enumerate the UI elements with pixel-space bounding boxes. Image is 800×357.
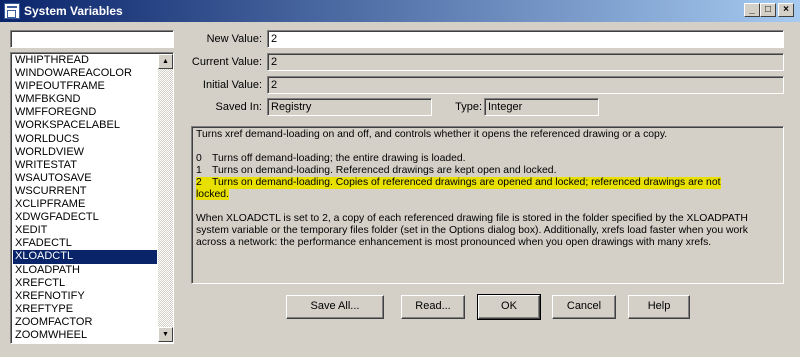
option-row-0: 0 Turns off demand-loading; the entire d… <box>196 153 779 165</box>
option-text-continuation: locked. <box>196 189 229 200</box>
list-item[interactable]: WINDOWAREACOLOR <box>13 67 157 80</box>
list-item[interactable]: XREFNOTIFY <box>13 290 157 303</box>
list-item[interactable]: XLOADPATH <box>13 264 157 277</box>
list-item[interactable]: WIPEOUTFRAME <box>13 80 157 93</box>
option-row-1: 1 Turns on demand-loading. Referenced dr… <box>196 165 779 177</box>
list-item[interactable]: WSAUTOSAVE <box>13 172 157 185</box>
ok-button[interactable]: OK <box>477 294 541 320</box>
option-text-highlighted: Turns on demand-loading. Copies of refer… <box>212 177 721 189</box>
maximize-button[interactable]: □ <box>760 3 776 17</box>
list-item[interactable]: XLOADCTL <box>13 250 157 264</box>
scroll-up-arrow-icon[interactable]: ▲ <box>158 54 173 69</box>
option-number: 1 <box>196 165 202 176</box>
minimize-button[interactable]: _ <box>744 3 760 17</box>
help-button[interactable]: Help <box>628 295 690 319</box>
save-all-label: Save All... <box>310 300 360 312</box>
option-number: 0 <box>196 153 202 164</box>
list-item[interactable]: ZOOMWHEEL <box>13 329 157 342</box>
save-all-button[interactable]: Save All... <box>286 295 384 319</box>
list-scrollbar[interactable]: ▲ ▼ <box>158 54 173 342</box>
window-icon <box>4 3 20 19</box>
option-text: Turns on demand-loading. Referenced draw… <box>212 165 557 176</box>
description-detail: When XLOADCTL is set to 2, a copy of eac… <box>196 213 748 248</box>
list-item[interactable]: XREFTYPE <box>13 303 157 316</box>
list-item[interactable]: XEDIT <box>13 224 157 237</box>
list-item[interactable]: ZOOMFACTOR <box>13 316 157 329</box>
initial-value-field: 2 <box>267 76 784 94</box>
title-bar: System Variables _ □ × <box>0 0 800 22</box>
description-box: Turns xref demand-loading on and off, an… <box>191 126 784 284</box>
list-item[interactable]: XDWGFADECTL <box>13 211 157 224</box>
type-label: Type: <box>455 101 482 113</box>
new-value-label: New Value: <box>206 33 262 45</box>
list-item[interactable]: XFADECTL <box>13 237 157 250</box>
list-item[interactable]: WMFBKGND <box>13 93 157 106</box>
option-text: Turns off demand-loading; the entire dra… <box>212 153 466 164</box>
current-value-field: 2 <box>267 53 784 71</box>
list-item[interactable]: XCLIPFRAME <box>13 198 157 211</box>
list-item[interactable]: WMFFOREGND <box>13 106 157 119</box>
list-item[interactable]: WRITESTAT <box>13 159 157 172</box>
ok-label: OK <box>501 300 517 312</box>
option-number: 2 <box>196 177 212 189</box>
window-title: System Variables <box>24 4 123 18</box>
list-item[interactable]: WSCURRENT <box>13 185 157 198</box>
scroll-down-arrow-icon[interactable]: ▼ <box>158 327 173 342</box>
description-intro: Turns xref demand-loading on and off, an… <box>196 129 668 140</box>
close-button[interactable]: × <box>778 3 794 17</box>
option-row-2: 2 Turns on demand-loading. Copies of ref… <box>196 177 779 189</box>
initial-value-label: Initial Value: <box>202 79 262 91</box>
cancel-button[interactable]: Cancel <box>552 295 616 319</box>
list-item[interactable]: XREFCTL <box>13 277 157 290</box>
cancel-label: Cancel <box>566 300 602 312</box>
help-label: Help <box>647 300 671 312</box>
new-value-field[interactable]: 2 <box>267 30 784 48</box>
list-item[interactable]: WHIPTHREAD <box>13 54 157 67</box>
variable-search-input[interactable] <box>10 30 174 48</box>
variable-list[interactable]: WHIPTHREAD WINDOWAREACOLOR WIPEOUTFRAME WMF… <box>10 52 174 344</box>
type-field: Integer <box>484 98 599 116</box>
list-item[interactable]: WORLDVIEW <box>13 146 157 159</box>
read-label: Read... <box>415 300 451 312</box>
list-item[interactable]: WORKSPACELABEL <box>13 119 157 132</box>
read-button[interactable]: Read... <box>401 295 465 319</box>
variable-list-items: WHIPTHREAD WINDOWAREACOLOR WIPEOUTFRAME WMF… <box>13 54 157 342</box>
saved-in-label: Saved In: <box>215 101 262 113</box>
current-value-label: Current Value: <box>191 56 262 68</box>
list-item[interactable]: WORLDUCS <box>13 133 157 146</box>
